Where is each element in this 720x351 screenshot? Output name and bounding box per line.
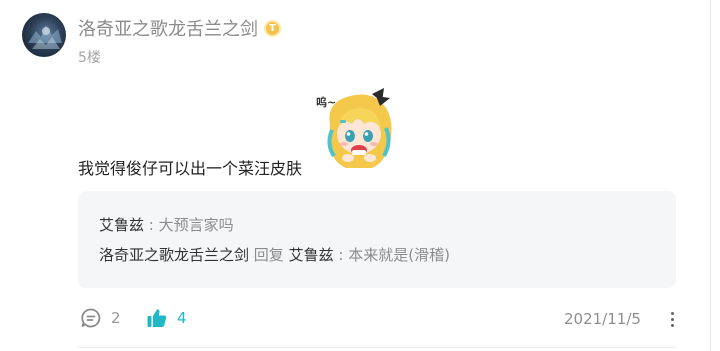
more-options-icon[interactable] — [664, 308, 680, 330]
reply-target[interactable]: 艾鲁兹 — [289, 246, 334, 264]
reply-separator: : — [148, 216, 154, 234]
reply-item: 洛奇亚之歌龙舌兰之剑 回复 艾鲁兹 : 本来就是(滑稽) — [99, 244, 450, 265]
post-content: 我觉得俊仔可以出一个菜汪皮肤 — [78, 159, 303, 178]
divider — [78, 347, 676, 348]
like-count: 4 — [177, 309, 187, 327]
sticker-caption: 呜~ — [316, 95, 336, 109]
reply-word: 回复 — [253, 246, 284, 264]
comment-icon — [81, 308, 101, 328]
reply-text: 大预言家吗 — [158, 216, 234, 234]
reply-text: 本来就是(滑稽) — [348, 246, 450, 264]
floor-number: 5楼 — [78, 50, 101, 66]
thumbs-up-icon — [147, 309, 167, 327]
scroll-edge — [710, 0, 711, 351]
like-button[interactable]: 4 — [146, 306, 187, 330]
anime-girl-sticker-icon: 呜~ — [312, 84, 404, 176]
username-row: 洛奇亚之歌龙舌兰之剑 T — [78, 15, 281, 41]
forum-post: 洛奇亚之歌龙舌兰之剑 T 5楼 呜~ 我觉得俊仔可以出一个菜汪皮肤 艾鲁兹: … — [0, 0, 720, 351]
post-date: 2021/11/5 — [564, 310, 641, 328]
avatar[interactable] — [22, 13, 66, 57]
reply-author[interactable]: 艾鲁兹 — [99, 216, 144, 234]
comment-button[interactable]: 2 — [80, 306, 121, 330]
reply-author[interactable]: 洛奇亚之歌龙舌兰之剑 — [99, 246, 249, 264]
reply-item: 艾鲁兹 : 大预言家吗 — [99, 214, 234, 235]
username[interactable]: 洛奇亚之歌龙舌兰之剑 — [78, 15, 258, 41]
reply-box: 艾鲁兹 : 大预言家吗 洛奇亚之歌龙舌兰之剑 回复 艾鲁兹 : 本来就是(滑稽) — [78, 191, 676, 288]
level-badge-icon: T — [264, 19, 281, 37]
reply-separator: : — [338, 246, 344, 264]
comment-count: 2 — [111, 309, 121, 327]
